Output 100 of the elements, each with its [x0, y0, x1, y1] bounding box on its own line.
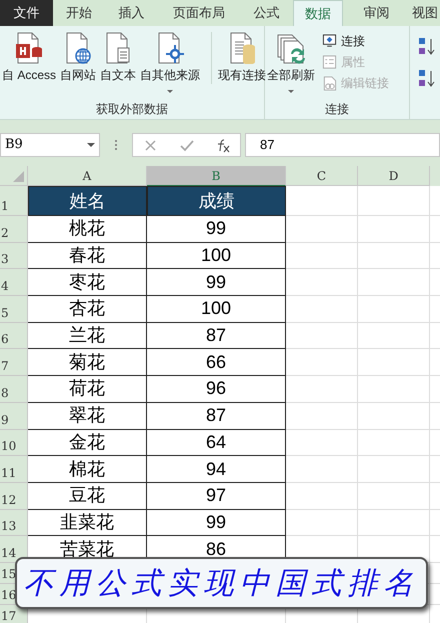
table-cell[interactable] [430, 402, 440, 430]
ribbon-tab[interactable]: 数据 [293, 0, 343, 26]
table-cell[interactable]: 桃花 [28, 216, 147, 243]
table-cell[interactable]: 87 [147, 402, 286, 430]
table-cell[interactable] [358, 349, 430, 376]
table-cell[interactable]: 金花 [28, 430, 147, 456]
name-box[interactable]: B9 [0, 133, 100, 157]
ribbon-tab[interactable]: 审阅 [343, 0, 410, 26]
row-header[interactable]: 5 [0, 296, 28, 323]
table-cell[interactable] [286, 296, 358, 323]
row-header[interactable]: 11 [0, 456, 28, 483]
row-header[interactable]: 9 [0, 402, 28, 430]
ribbon-tab[interactable]: 公式 [240, 0, 293, 26]
table-cell[interactable] [430, 430, 440, 456]
table-cell[interactable] [286, 402, 358, 430]
row-header[interactable]: 1 [0, 186, 28, 216]
ribbon-tab[interactable]: 插入 [105, 0, 158, 26]
table-cell[interactable] [286, 510, 358, 536]
table-cell[interactable]: 99 [147, 510, 286, 536]
row-header[interactable]: 3 [0, 242, 28, 270]
table-cell[interactable]: 翠花 [28, 402, 147, 430]
table-cell[interactable] [286, 322, 358, 350]
table-cell[interactable] [358, 510, 430, 536]
table-cell[interactable] [430, 536, 440, 563]
table-cell[interactable]: 97 [147, 482, 286, 510]
table-cell[interactable] [430, 186, 440, 216]
table-cell[interactable]: 荷花 [28, 376, 147, 403]
table-cell[interactable]: 兰花 [28, 322, 147, 350]
row-header[interactable]: 4 [0, 269, 28, 296]
table-cell[interactable] [286, 456, 358, 483]
ribbon-button[interactable]: 自 Access [1, 32, 58, 84]
check-icon[interactable] [178, 138, 194, 152]
table-cell[interactable] [286, 376, 358, 403]
table-cell[interactable]: 枣花 [28, 269, 147, 296]
file-tab[interactable]: 文件 [0, 0, 53, 26]
table-cell[interactable]: 96 [147, 376, 286, 403]
table-cell[interactable] [358, 216, 430, 243]
table-cell[interactable] [358, 269, 430, 296]
row-header[interactable]: 8 [0, 376, 28, 403]
table-cell[interactable]: 66 [147, 349, 286, 376]
cancel-icon[interactable] [143, 138, 158, 152]
drag-handle-icon[interactable] [114, 139, 118, 151]
table-cell[interactable] [430, 562, 440, 584]
table-cell[interactable] [430, 604, 440, 623]
table-cell[interactable] [430, 242, 440, 270]
table-cell[interactable]: 棉花 [28, 456, 147, 483]
row-header[interactable]: 10 [0, 430, 28, 456]
table-cell[interactable] [286, 216, 358, 243]
table-cell[interactable]: 韭菜花 [28, 510, 147, 536]
row-header[interactable]: 7 [0, 349, 28, 376]
table-cell[interactable]: 99 [147, 269, 286, 296]
table-cell[interactable] [286, 430, 358, 456]
table-cell[interactable] [430, 269, 440, 296]
table-cell[interactable] [430, 296, 440, 323]
table-cell[interactable] [286, 269, 358, 296]
table-cell[interactable] [430, 376, 440, 403]
table-cell[interactable] [286, 482, 358, 510]
formula-input[interactable]: 87 [245, 133, 440, 157]
table-cell[interactable]: 94 [147, 456, 286, 483]
table-cell[interactable] [430, 584, 440, 605]
ribbon-tab[interactable]: 开始 [53, 0, 105, 26]
table-cell[interactable]: 杏花 [28, 296, 147, 323]
table-cell[interactable]: 99 [147, 216, 286, 243]
column-heading-cell[interactable]: 姓名 [28, 186, 147, 216]
table-cell[interactable] [286, 186, 358, 216]
table-cell[interactable] [358, 296, 430, 323]
row-header[interactable]: 6 [0, 322, 28, 350]
table-cell[interactable] [430, 216, 440, 243]
table-cell[interactable]: 豆花 [28, 482, 147, 510]
table-cell[interactable]: 100 [147, 296, 286, 323]
table-cell[interactable] [430, 510, 440, 536]
ribbon-tab[interactable]: 视图 [410, 0, 440, 26]
table-cell[interactable] [358, 376, 430, 403]
table-cell[interactable]: 菊花 [28, 349, 147, 376]
ribbon-tab[interactable]: 页面布局 [158, 0, 240, 26]
table-cell[interactable] [286, 349, 358, 376]
table-cell[interactable] [358, 186, 430, 216]
row-header[interactable]: 13 [0, 510, 28, 536]
ribbon-small-button[interactable]: 连接 [322, 32, 389, 50]
ribbon-button[interactable]: 自网站 [59, 32, 98, 84]
ribbon-button[interactable]: 现有连接 [211, 32, 268, 84]
table-cell[interactable] [358, 242, 430, 270]
table-cell[interactable]: 春花 [28, 242, 147, 270]
table-cell[interactable] [430, 349, 440, 376]
table-cell[interactable] [358, 402, 430, 430]
ribbon-button[interactable]: 自其他来源 [139, 32, 202, 93]
table-cell[interactable] [286, 242, 358, 270]
table-cell[interactable]: 64 [147, 430, 286, 456]
table-cell[interactable] [430, 482, 440, 510]
row-header[interactable]: 2 [0, 216, 28, 243]
table-cell[interactable] [358, 482, 430, 510]
column-heading-cell[interactable]: 成绩 [147, 186, 286, 216]
table-cell[interactable] [358, 456, 430, 483]
table-cell[interactable] [430, 322, 440, 350]
ribbon-button[interactable]: 全部刷新 [266, 32, 316, 93]
table-cell[interactable] [430, 456, 440, 483]
table-cell[interactable] [358, 322, 430, 350]
ribbon-button[interactable]: 自文本 [99, 32, 138, 84]
table-cell[interactable]: 87 [147, 322, 286, 350]
table-cell[interactable]: 100 [147, 242, 286, 270]
